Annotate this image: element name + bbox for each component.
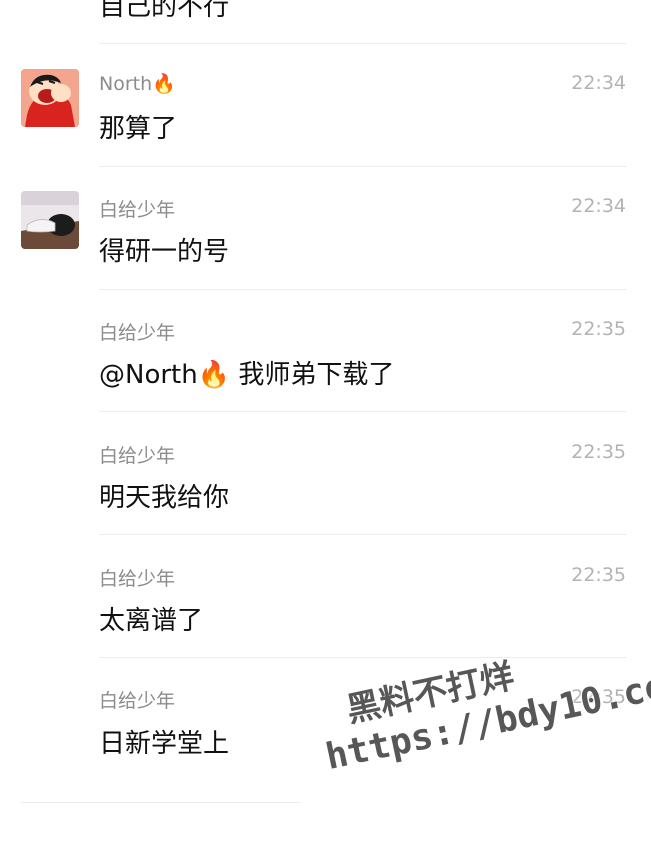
fire-icon: 🔥 (152, 73, 176, 95)
divider (99, 166, 626, 167)
message-time: 22:35 (571, 564, 626, 586)
sender-name: 白给少年 (99, 199, 176, 221)
divider (99, 43, 626, 44)
sleeping-person-avatar[interactable] (21, 191, 79, 249)
message-time: 22:35 (571, 318, 626, 340)
message-text: 那算了 (99, 114, 178, 144)
divider (99, 657, 626, 658)
message-text: 日新学堂上 (99, 729, 230, 759)
sender-name: 白给少年 (99, 445, 176, 467)
message-time: 22:34 (571, 72, 626, 94)
fire-icon: 🔥 (197, 360, 231, 390)
message-time: 22:34 (571, 195, 626, 217)
crayon-shinchan-avatar[interactable] (21, 69, 79, 127)
watermark-line2: https://bdy10.co (322, 665, 651, 779)
message-time: 22:35 (571, 441, 626, 463)
sender-name: 白给少年 (99, 322, 176, 344)
previous-message-text: 自己的不行 (99, 0, 230, 22)
message-text: @North🔥 我师弟下载了 (99, 354, 394, 391)
sender-name: North🔥 (99, 72, 176, 95)
sender-name: 白给少年 (99, 568, 176, 590)
divider (21, 802, 301, 803)
message-time: 22:35 (571, 686, 626, 708)
sender-name-text: North (99, 73, 153, 95)
watermark-line1: 黑料不打烊 (343, 656, 518, 731)
divider (99, 289, 626, 290)
sender-name: 白给少年 (99, 690, 176, 712)
divider (99, 534, 626, 535)
message-body: 我师弟下载了 (230, 360, 395, 390)
message-text: 得研一的号 (99, 237, 230, 267)
message-text: 太离谱了 (99, 606, 204, 636)
message-text: 明天我给你 (99, 483, 230, 513)
mention-link[interactable]: @North (99, 360, 198, 390)
divider (99, 411, 626, 412)
